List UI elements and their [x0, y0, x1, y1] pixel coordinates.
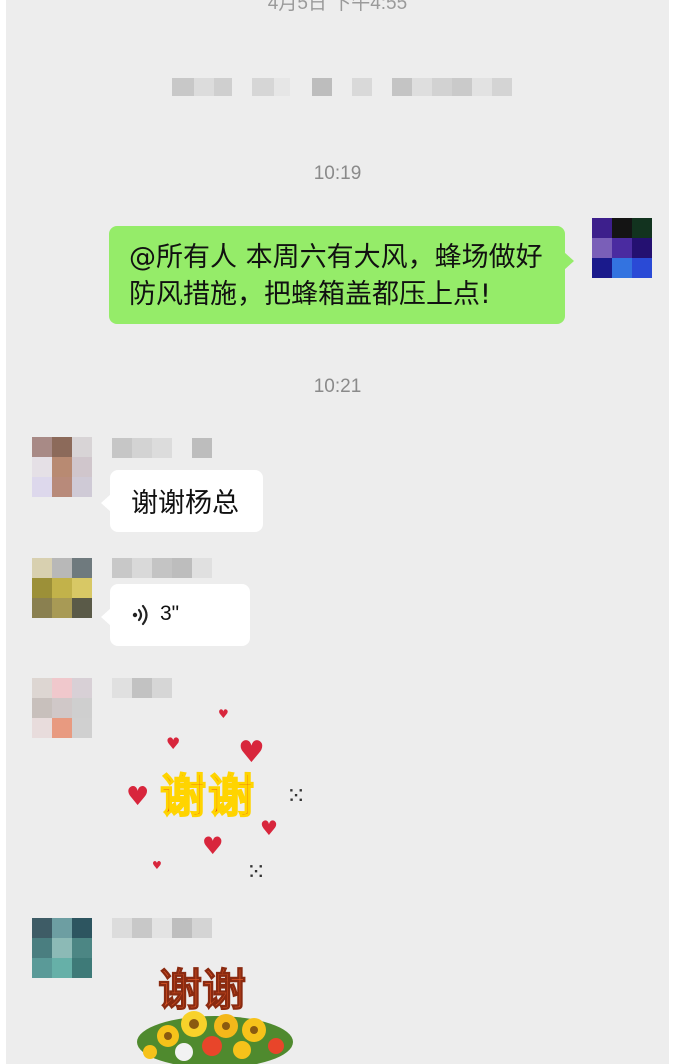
heart-icon: ♥	[202, 832, 224, 860]
blurred-system-notice	[172, 78, 512, 96]
thanks-sticker[interactable]: ♥ ♥ ♥ ♥ 谢谢 ⁙ ♥ ♥ ♥ ⁙	[116, 700, 316, 890]
sender-name-blurred	[112, 918, 212, 938]
sender-avatar[interactable]	[32, 678, 92, 738]
sender-avatar[interactable]	[32, 437, 92, 497]
sent-message-bubble[interactable]: @所有人 本周六有大风，蜂场做好防风措施，把蜂箱盖都压上点!	[109, 226, 574, 324]
thanks-flower-sticker[interactable]: 谢谢	[126, 950, 306, 1064]
flower-bouquet-icon	[137, 1011, 293, 1064]
heart-icon: ♥	[166, 734, 181, 753]
sparkle-icon: ⁙	[286, 782, 307, 810]
timestamp: 10:21	[313, 376, 362, 397]
chat-area[interactable]: 4月5日 下午4:55 10:19 @所有人 本周六有大风，蜂场做好防风措施，把…	[6, 0, 669, 1064]
heart-icon: ♥	[152, 859, 162, 872]
timestamp: 10:19	[313, 163, 362, 184]
heart-icon: ♥	[260, 816, 278, 840]
sent-message-text: @所有人 本周六有大风，蜂场做好防风措施，把蜂箱盖都压上点!	[129, 242, 543, 310]
sender-name-blurred	[112, 438, 212, 458]
heart-icon: ♥	[126, 782, 150, 812]
sender-name-blurred	[112, 558, 212, 578]
sticker-text: 谢谢	[159, 768, 256, 824]
voice-message-bubble[interactable]: 3"	[101, 584, 250, 646]
voice-duration: 3"	[160, 602, 180, 625]
received-message-bubble[interactable]: 谢谢杨总	[101, 470, 263, 532]
timestamp-partial: 4月5日 下午4:55	[267, 0, 408, 14]
sender-avatar[interactable]	[32, 918, 92, 978]
received-message-text: 谢谢杨总	[131, 488, 239, 519]
sparkle-icon: ⁙	[246, 858, 267, 886]
my-avatar[interactable]	[592, 218, 652, 278]
voice-waves-icon	[132, 604, 148, 626]
heart-icon: ♥	[218, 707, 229, 721]
sender-avatar[interactable]	[32, 558, 92, 618]
sender-name-blurred	[112, 678, 172, 698]
